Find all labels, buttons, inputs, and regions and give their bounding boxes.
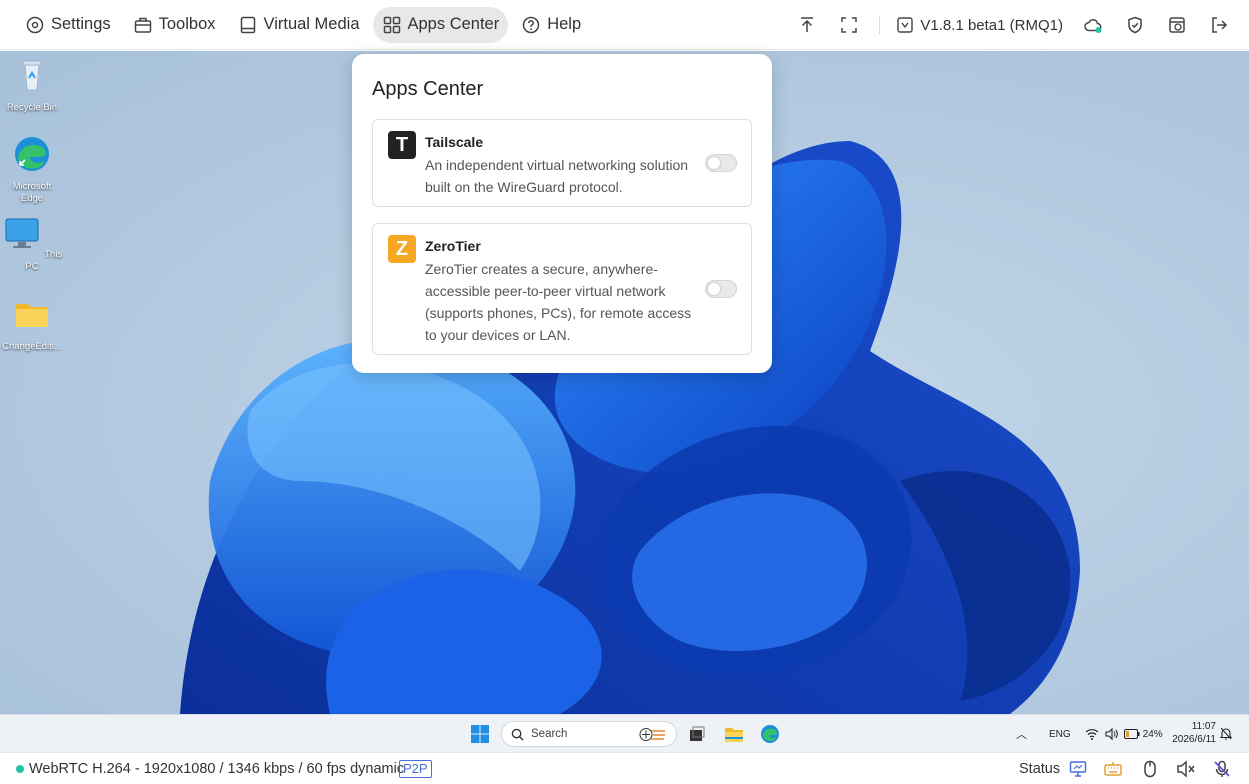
connection-status-dot	[16, 765, 24, 773]
notification-bell-icon[interactable]	[1220, 727, 1232, 740]
help-button[interactable]: Help	[512, 7, 590, 43]
settings-icon	[26, 16, 44, 33]
windows-start-icon[interactable]	[470, 724, 490, 744]
help-label: Help	[547, 15, 582, 33]
settings-label: Settings	[51, 15, 111, 33]
edge-icon	[15, 137, 49, 171]
power-cycle-icon	[1169, 17, 1185, 33]
virtual-media-icon	[240, 16, 255, 33]
system-tray: ︿ ENG 24%	[1016, 715, 1163, 753]
apps-center-label: Apps Center	[407, 15, 500, 33]
taskbar-clock[interactable]: 11:07 2026/6/11	[1166, 720, 1216, 746]
keyboard-icon[interactable]	[1103, 759, 1123, 779]
apps-center-title: Apps Center	[372, 78, 484, 100]
power-cycle-button[interactable]	[1161, 9, 1193, 41]
upload-icon	[801, 17, 814, 32]
taskbar-search[interactable]: Search	[501, 721, 677, 747]
status-bar: WebRTC H.264 - 1920x1080 / 1346 kbps / 6…	[0, 752, 1249, 784]
edge-taskbar-icon[interactable]	[760, 724, 780, 744]
toggle-knob	[708, 157, 720, 169]
logout-button[interactable]	[1203, 9, 1235, 41]
tray-overflow-icon[interactable]: ︿	[1016, 726, 1027, 742]
mouse-icon[interactable]	[1140, 759, 1160, 779]
search-icon	[511, 728, 524, 741]
volume-icon[interactable]	[1104, 727, 1118, 741]
search-placeholder: Search	[531, 728, 568, 740]
speaker-muted-icon[interactable]	[1176, 759, 1196, 779]
search-highlight-icon	[639, 728, 665, 741]
app-name: ZeroTier	[425, 238, 481, 254]
desktop-icon-recycle-bin[interactable]: Recycle Bin	[1, 56, 63, 114]
tailscale-logo-icon: T	[388, 131, 416, 159]
monitor-icon[interactable]	[1068, 759, 1088, 779]
toolbox-icon	[134, 17, 151, 33]
desktop-icon-label: ChangeEditi...	[2, 341, 62, 352]
toolbar-divider	[879, 16, 881, 34]
mode-badge: P2P	[399, 760, 432, 778]
apps-grid-icon	[383, 16, 400, 33]
app-description: ZeroTier creates a secure, anywhere-acce…	[425, 261, 692, 343]
logout-icon	[1212, 17, 1228, 33]
fullscreen-button[interactable]	[833, 9, 865, 41]
main-menu: Settings Toolbox Virtual Media Apps Cent…	[12, 6, 590, 43]
version-label: V1.8.1 beta1 (RMQ1)	[920, 16, 1063, 34]
app-card-zerotier: Z ZeroTier ZeroTier creates a secure, an…	[372, 223, 752, 355]
settings-button[interactable]: Settings	[16, 7, 120, 43]
cloud-status-icon	[1084, 19, 1102, 33]
version-info[interactable]: V1.8.1 beta1 (RMQ1)	[896, 16, 1063, 34]
battery-percent: 24%	[1142, 728, 1163, 740]
stream-info: WebRTC H.264 - 1920x1080 / 1346 kbps / 6…	[29, 761, 405, 777]
apps-center-panel: Apps Center T Tailscale An independent v…	[352, 54, 772, 373]
clock-time: 11:07	[1191, 721, 1216, 732]
virtual-media-button[interactable]: Virtual Media	[229, 7, 369, 43]
desktop-icon-label: Microsoft Edge	[12, 181, 52, 204]
toolbar-right: V1.8.1 beta1 (RMQ1)	[781, 0, 1235, 50]
clock-date: 2026/6/11	[1172, 734, 1216, 745]
top-toolbar: Settings Toolbox Virtual Media Apps Cent…	[0, 0, 1249, 50]
zerotier-toggle[interactable]	[705, 280, 737, 298]
toolbox-button[interactable]: Toolbox	[124, 7, 225, 43]
file-explorer-icon[interactable]	[724, 724, 744, 744]
microphone-muted-icon[interactable]	[1212, 759, 1232, 779]
desktop-icon-label: Recycle Bin	[6, 102, 58, 113]
desktop-icon-folder[interactable]: ChangeEditi...	[1, 295, 63, 353]
status-label[interactable]: Status	[1019, 761, 1060, 777]
language-indicator[interactable]: ENG	[1049, 729, 1071, 740]
virtual-media-label: Virtual Media	[263, 15, 360, 33]
tailscale-toggle[interactable]	[705, 154, 737, 172]
toolbox-label: Toolbox	[158, 15, 216, 33]
toggle-knob	[708, 283, 720, 295]
upload-button[interactable]	[791, 9, 823, 41]
fullscreen-icon	[841, 17, 858, 33]
help-icon	[522, 16, 540, 33]
desktop-icon-this-pc[interactable]: This PC	[1, 215, 63, 273]
battery-icon[interactable]	[1123, 729, 1140, 739]
windows-taskbar: Search ︿ ENG 24% 11:07 2026/6/11	[0, 714, 1249, 752]
apps-center-button[interactable]: Apps Center	[372, 6, 509, 43]
recycle-bin-icon	[22, 60, 42, 91]
this-pc-icon	[5, 218, 39, 248]
app-card-tailscale: T Tailscale An independent virtual netwo…	[372, 119, 752, 207]
app-name: Tailscale	[425, 134, 484, 150]
desktop-icon-edge[interactable]: Microsoft Edge	[1, 135, 63, 205]
security-button[interactable]	[1119, 9, 1151, 41]
task-view-icon[interactable]	[687, 724, 707, 744]
cloud-status-button[interactable]	[1077, 9, 1109, 41]
zerotier-logo-icon: Z	[388, 235, 416, 263]
folder-icon	[16, 304, 48, 327]
wifi-icon[interactable]	[1085, 727, 1099, 741]
app-description: An independent virtual networking soluti…	[425, 157, 689, 195]
shield-icon	[1128, 16, 1142, 34]
version-icon	[897, 17, 914, 33]
